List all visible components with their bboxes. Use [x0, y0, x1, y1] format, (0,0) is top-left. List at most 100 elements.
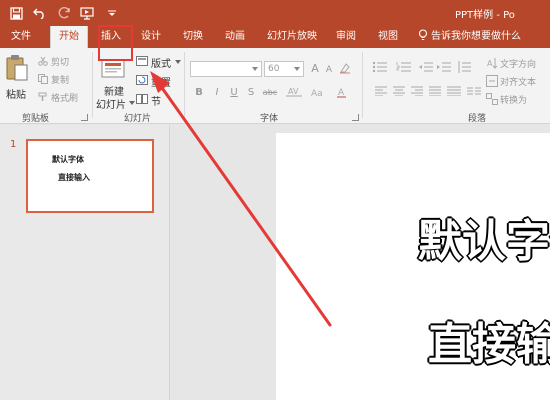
- copy-label: 复制: [51, 76, 70, 86]
- copy-button[interactable]: 复制: [38, 72, 76, 86]
- text-shadow-button[interactable]: S: [244, 86, 258, 100]
- chevron-down-icon: [294, 67, 300, 71]
- cut-button[interactable]: 剪切: [38, 54, 76, 68]
- svg-text:Aa: Aa: [311, 89, 323, 98]
- new-slide-button[interactable]: 新建 幻灯片: [96, 54, 135, 111]
- font-name-combobox[interactable]: [190, 61, 262, 77]
- align-right-icon[interactable]: [410, 86, 424, 100]
- chevron-down-icon: [252, 67, 258, 71]
- clear-formatting-icon[interactable]: [338, 62, 352, 76]
- convert-smartart-button[interactable]: 转换为: [486, 92, 550, 106]
- tell-me-text: 告诉我你想要做什么: [431, 31, 521, 42]
- strikethrough-button[interactable]: abc: [260, 86, 280, 100]
- svg-text:AV: AV: [288, 87, 299, 96]
- svg-text:A: A: [487, 59, 493, 68]
- smartart-icon: [486, 93, 498, 105]
- document-title: PPT样例 - Po: [455, 10, 515, 21]
- font-color-icon[interactable]: A: [336, 86, 356, 100]
- insert-tab-highlight-box: [98, 25, 133, 61]
- slide-thumbnail[interactable]: 默认字体 直接输入: [26, 139, 154, 213]
- shrink-font-button[interactable]: A: [322, 63, 336, 77]
- layout-icon: [136, 56, 148, 66]
- group-separator: [184, 52, 185, 118]
- layout-button[interactable]: 版式: [136, 54, 181, 70]
- ribbon-home: 粘贴 剪切 复制 格式刷 剪贴板 新建 幻灯片 版式 重置 节 幻灯片 60 A…: [0, 48, 550, 124]
- justify-icon[interactable]: [428, 86, 442, 100]
- tab-review[interactable]: 审阅: [332, 26, 360, 48]
- slides-group-label: 幻灯片: [124, 114, 152, 124]
- copy-icon: [38, 74, 48, 84]
- new-slide-label-2: 幻灯片: [96, 100, 126, 111]
- format-painter-button[interactable]: 格式刷: [38, 90, 84, 104]
- undo-icon[interactable]: [32, 5, 48, 21]
- reset-label: 重置: [151, 78, 171, 89]
- tab-home[interactable]: 开始: [50, 26, 88, 48]
- tab-slide-show[interactable]: 幻灯片放映: [264, 26, 320, 48]
- paragraph-group-label: 段落: [468, 114, 487, 124]
- align-text-icon: [486, 75, 498, 87]
- line-spacing-icon[interactable]: [456, 61, 472, 75]
- start-from-beginning-icon[interactable]: [80, 5, 96, 21]
- tab-animations[interactable]: 动画: [220, 26, 250, 48]
- save-icon[interactable]: [8, 5, 24, 21]
- font-dialog-launcher-icon[interactable]: [352, 114, 359, 121]
- slide-canvas[interactable]: 默认字体 直接输入: [276, 133, 550, 400]
- section-label: 节: [151, 97, 161, 108]
- text-direction-button[interactable]: A 文字方向: [486, 56, 550, 70]
- reset-icon: [136, 75, 148, 85]
- clipboard-dialog-launcher-icon[interactable]: [81, 114, 88, 121]
- columns-icon[interactable]: [466, 86, 482, 100]
- text-direction-label: 文字方向: [500, 60, 537, 70]
- font-size-value: 60: [268, 64, 280, 74]
- align-text-button[interactable]: 对齐文本: [486, 74, 550, 88]
- slide-text-line-2[interactable]: 直接输入: [428, 308, 550, 372]
- layout-label: 版式: [151, 59, 171, 70]
- paintbrush-icon: [38, 92, 47, 101]
- paste-label: 粘贴: [6, 90, 26, 101]
- text-direction-icon: A: [487, 58, 498, 69]
- cut-label: 剪切: [51, 58, 70, 68]
- align-left-icon[interactable]: [374, 86, 388, 100]
- scissors-icon: [38, 56, 48, 66]
- numbering-icon[interactable]: [394, 61, 414, 75]
- tab-file[interactable]: 文件: [4, 26, 38, 48]
- tab-view[interactable]: 视图: [374, 26, 402, 48]
- clipboard-group-label: 剪贴板: [22, 114, 50, 124]
- character-spacing-icon[interactable]: AV: [284, 86, 306, 100]
- tab-design[interactable]: 设计: [136, 26, 166, 48]
- bullets-icon[interactable]: [370, 61, 390, 75]
- convert-smartart-label: 转换为: [500, 96, 528, 106]
- change-case-icon[interactable]: Aa: [310, 86, 330, 100]
- font-group-label: 字体: [260, 114, 279, 124]
- group-separator: [362, 52, 363, 118]
- paste-icon: [6, 55, 28, 81]
- chevron-down-icon: [175, 60, 181, 64]
- reset-button[interactable]: 重置: [136, 73, 176, 89]
- section-button[interactable]: 节: [136, 92, 176, 108]
- paste-button[interactable]: 粘贴: [4, 54, 30, 104]
- tab-transitions[interactable]: 切换: [178, 26, 208, 48]
- title-bar: PPT样例 - Po: [0, 0, 550, 26]
- tell-me-search[interactable]: 告诉我你想要做什么: [418, 26, 521, 48]
- redo-icon[interactable]: [56, 5, 72, 21]
- italic-button[interactable]: I: [210, 86, 224, 100]
- decrease-indent-icon[interactable]: [418, 61, 434, 75]
- slide-number: 1: [10, 139, 17, 150]
- chevron-down-icon: [129, 101, 135, 105]
- lightbulb-icon: [418, 29, 428, 41]
- slide-text-line-1[interactable]: 默认字体: [418, 205, 550, 269]
- align-text-label: 对齐文本: [500, 78, 537, 88]
- bold-button[interactable]: B: [192, 86, 206, 100]
- underline-button[interactable]: U: [227, 86, 241, 100]
- format-painter-label: 格式刷: [51, 94, 79, 104]
- ribbon-tabs: 文件 开始 插入 设计 切换 动画 幻灯片放映 审阅 视图 告诉我你想要做什么: [0, 26, 550, 48]
- align-center-icon[interactable]: [392, 86, 406, 100]
- increase-indent-icon[interactable]: [436, 61, 452, 75]
- thumbnail-text-line-1: 默认字体: [52, 155, 84, 164]
- group-separator: [92, 52, 93, 118]
- grow-font-button[interactable]: A: [308, 62, 322, 76]
- font-size-combobox[interactable]: 60: [264, 61, 304, 77]
- customize-qat-icon[interactable]: [104, 5, 120, 21]
- distributed-icon[interactable]: [446, 86, 462, 100]
- thumbnail-text-line-2: 直接输入: [58, 173, 90, 182]
